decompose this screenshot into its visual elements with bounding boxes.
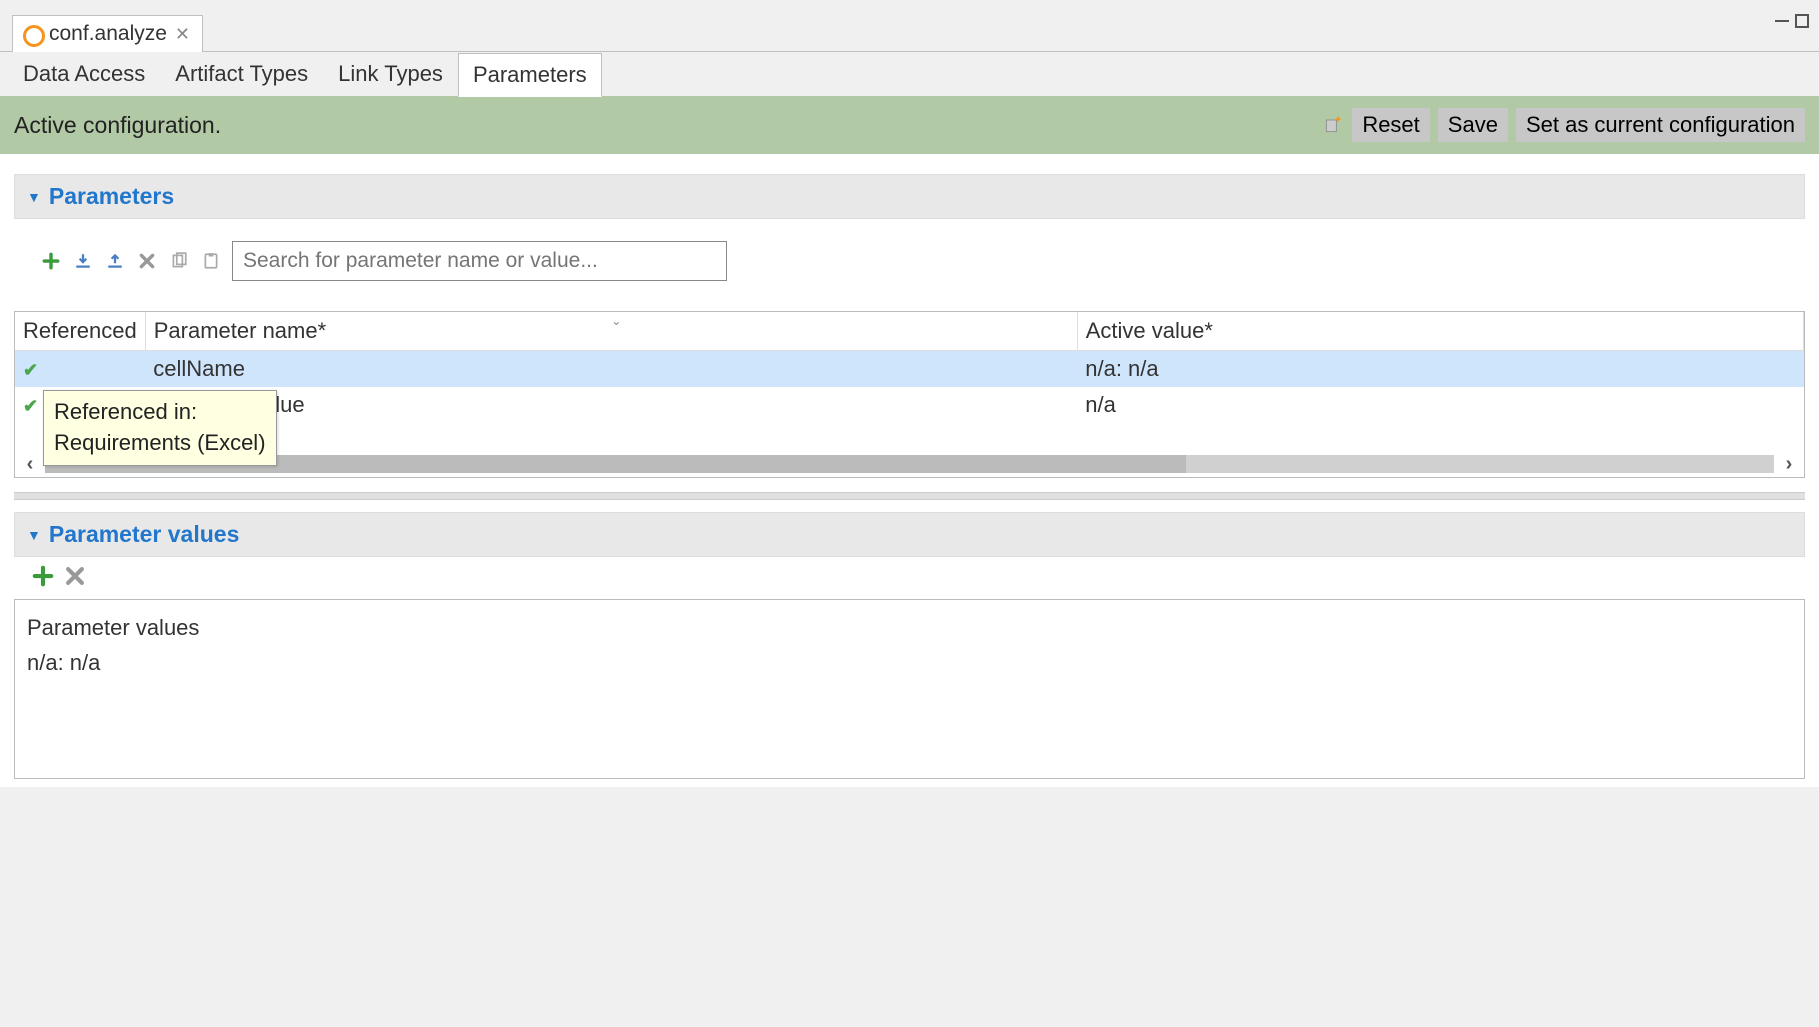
parameters-toolbar: [14, 219, 1805, 293]
content-area: ▼ Parameters Referenced: [0, 154, 1819, 787]
add-value-icon[interactable]: [32, 565, 54, 587]
values-section-header[interactable]: ▼ Parameter values: [14, 512, 1805, 557]
tooltip-line1: Referenced in:: [54, 397, 266, 428]
values-header-label: Parameter values: [27, 610, 1792, 645]
horizontal-scrollbar[interactable]: ‹ ›: [15, 451, 1804, 477]
file-icon: [23, 25, 41, 43]
scroll-right-icon[interactable]: ›: [1774, 453, 1804, 476]
tooltip-line2: Requirements (Excel): [54, 428, 266, 459]
table-row[interactable]: ✔ cellName n/a: n/a: [15, 351, 1804, 388]
status-message: Active configuration.: [14, 112, 221, 139]
export-icon[interactable]: [104, 250, 126, 272]
maximize-icon[interactable]: [1795, 14, 1809, 28]
parameters-section-title: Parameters: [49, 183, 174, 210]
col-active-value[interactable]: Active value*: [1077, 312, 1803, 351]
reset-button[interactable]: Reset: [1352, 108, 1429, 142]
status-bar: Active configuration. Reset Save Set as …: [0, 96, 1819, 154]
cell-name: lue: [145, 387, 1077, 423]
sort-indicator-icon: ⌄: [611, 314, 621, 328]
parameters-section-header[interactable]: ▼ Parameters: [14, 174, 1805, 219]
table-row[interactable]: ✔ lue n/a: [15, 387, 1804, 423]
check-icon: ✔: [23, 396, 38, 416]
cell-name: cellName: [145, 351, 1077, 388]
col-parameter-name-label: Parameter name*: [154, 318, 326, 343]
paste-icon[interactable]: [200, 250, 222, 272]
referenced-tooltip: Referenced in: Requirements (Excel): [43, 390, 277, 466]
section-divider: [14, 492, 1805, 500]
col-referenced[interactable]: Referenced: [15, 312, 145, 351]
set-current-config-button[interactable]: Set as current configuration: [1516, 108, 1805, 142]
col-parameter-name[interactable]: Parameter name* ⌄: [145, 312, 1077, 351]
editor-tab-strip: conf.analyze ✕: [0, 9, 1819, 52]
values-toolbar: [14, 557, 1805, 595]
delete-value-icon[interactable]: [64, 565, 86, 587]
cell-active-value: n/a: n/a: [1077, 351, 1803, 388]
table-row-empty: [15, 423, 1804, 451]
cell-referenced: ✔: [15, 351, 145, 388]
parameter-search-input[interactable]: [232, 241, 727, 281]
values-section-title: Parameter values: [49, 521, 240, 548]
subtab-link-types[interactable]: Link Types: [323, 52, 458, 96]
close-tab-icon[interactable]: ✕: [175, 24, 190, 45]
scroll-left-icon[interactable]: ‹: [15, 453, 45, 476]
parameters-table: Referenced Parameter name* ⌄ Active valu…: [15, 312, 1804, 451]
new-config-icon[interactable]: [1322, 114, 1344, 136]
window-toolbar: [0, 0, 1819, 9]
delete-icon[interactable]: [136, 250, 158, 272]
cell-active-value: n/a: [1077, 387, 1803, 423]
subtab-data-access[interactable]: Data Access: [8, 52, 160, 96]
subtab-parameters[interactable]: Parameters: [458, 53, 602, 97]
parameters-table-wrap: Referenced Parameter name* ⌄ Active valu…: [14, 311, 1805, 478]
copy-icon[interactable]: [168, 250, 190, 272]
editor-tab-conf-analyze[interactable]: conf.analyze ✕: [12, 15, 203, 52]
twisty-icon: ▼: [27, 189, 41, 205]
subtab-strip: Data Access Artifact Types Link Types Pa…: [0, 52, 1819, 96]
values-current: n/a: n/a: [27, 645, 1792, 680]
minimize-icon[interactable]: [1775, 20, 1789, 23]
parameter-values-box[interactable]: Parameter values n/a: n/a: [14, 599, 1805, 779]
scroll-track[interactable]: [45, 455, 1774, 473]
save-button[interactable]: Save: [1438, 108, 1508, 142]
import-icon[interactable]: [72, 250, 94, 272]
editor-tab-title: conf.analyze: [49, 22, 167, 46]
add-parameter-icon[interactable]: [40, 250, 62, 272]
check-icon: ✔: [23, 360, 38, 380]
subtab-artifact-types[interactable]: Artifact Types: [160, 52, 323, 96]
twisty-icon: ▼: [27, 527, 41, 543]
